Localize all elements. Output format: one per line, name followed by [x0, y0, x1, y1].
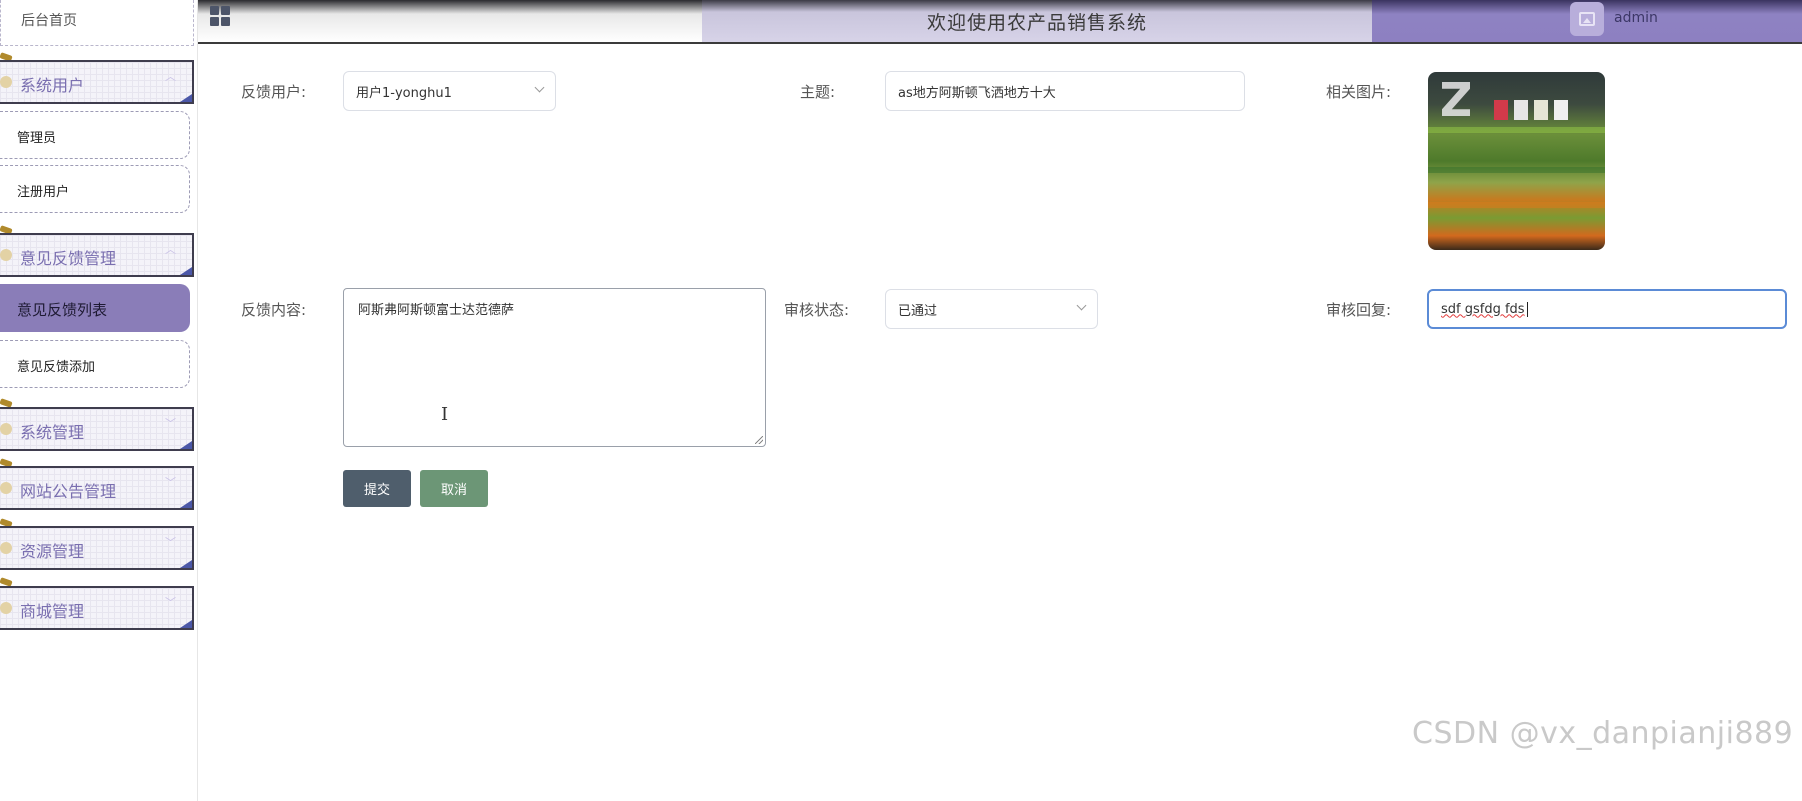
image-detail [1428, 167, 1605, 173]
chevron-down-icon [1076, 300, 1087, 311]
review-reply-input[interactable]: sdf gsfdg fds [1427, 289, 1787, 329]
image-placeholder-icon [1579, 12, 1595, 26]
sidebar-item-feedback-list[interactable]: 意见反馈列表 [0, 284, 190, 332]
sidebar-item-feedback-add[interactable]: 意见反馈添加 [0, 340, 190, 388]
username-label[interactable]: admin [1614, 10, 1658, 26]
avatar[interactable] [1570, 2, 1604, 36]
image-detail [1554, 100, 1568, 120]
sidebar-group-label: 商城管理 [20, 602, 85, 621]
chevron-up-icon: ︿ [165, 243, 176, 256]
feedback-content-textarea[interactable]: 阿斯弗阿斯顿富士达范德萨 [343, 288, 766, 447]
page-title: 欢迎使用农产品销售系统 [926, 11, 1147, 34]
submit-button[interactable]: 提交 [343, 470, 411, 507]
cart-icon [0, 602, 12, 614]
image-detail [1442, 82, 1470, 116]
sidebar-item-label: 意见反馈列表 [17, 301, 108, 319]
chevron-down-icon: ﹀ [165, 536, 176, 549]
feedback-user-label: 反馈用户: [241, 83, 307, 101]
chevron-up-icon: ︿ [165, 70, 176, 83]
corner-decoration [180, 500, 192, 508]
sidebar-item-registered-users[interactable]: 注册用户 [0, 165, 190, 213]
csdn-watermark: CSDN @vx_danpianji889 [1412, 716, 1794, 751]
sidebar-group-label: 意见反馈管理 [20, 249, 117, 268]
chevron-down-icon: ﹀ [165, 476, 176, 489]
top-bar-left [198, 0, 702, 42]
chevron-down-icon [534, 82, 545, 93]
settings-icon [0, 423, 12, 435]
subject-label: 主题: [800, 83, 836, 101]
subject-input[interactable]: as地方阿斯顿飞洒地方十大 [885, 71, 1245, 111]
corner-decoration [180, 560, 192, 568]
feedback-user-select[interactable]: 用户1-yonghu1 [343, 71, 556, 111]
chevron-down-icon: ﹀ [165, 596, 176, 609]
sidebar-item-label: 注册用户 [17, 185, 70, 200]
review-status-select[interactable]: 已通过 [885, 289, 1098, 329]
sidebar-group-system-users[interactable]: 系统用户 ︿ [0, 60, 194, 104]
sidebar-group-feedback[interactable]: 意见反馈管理 ︿ [0, 233, 194, 277]
feedback-content-value: 阿斯弗阿斯顿富士达范德萨 [358, 303, 515, 318]
image-detail [1428, 202, 1605, 208]
info-icon [0, 482, 12, 494]
chevron-down-icon: ﹀ [165, 417, 176, 430]
recorder-watermark: Capture4.0.2软件录制 [0, 2, 127, 16]
sidebar-group-label: 系统用户 [20, 76, 85, 95]
image-detail [1514, 100, 1528, 120]
top-bar: 欢迎使用农产品销售系统 admin [0, 0, 1802, 44]
image-detail [1428, 127, 1605, 133]
sidebar-group-shop[interactable]: 商城管理 ﹀ [0, 586, 194, 630]
top-bar-center: 欢迎使用农产品销售系统 [702, 0, 1372, 42]
feedback-user-value: 用户1-yonghu1 [356, 85, 452, 101]
document-icon [0, 249, 12, 261]
related-image-label: 相关图片: [1326, 83, 1392, 101]
sidebar-group-label: 网站公告管理 [20, 482, 117, 501]
corner-decoration [180, 620, 192, 628]
user-icon [0, 76, 12, 88]
feedback-content-label: 反馈内容: [241, 301, 307, 319]
top-bar-divider [198, 42, 1802, 44]
review-reply-value: sdf gsfdg fds [1441, 301, 1525, 317]
sidebar-item-label: 意见反馈添加 [17, 360, 96, 375]
sidebar-group-label: 系统管理 [20, 423, 85, 442]
review-status-label: 审核状态: [784, 301, 850, 319]
text-cursor-icon: I [441, 404, 449, 425]
image-detail [1534, 100, 1548, 120]
corner-decoration [180, 267, 192, 275]
sidebar-group-announcements[interactable]: 网站公告管理 ﹀ [0, 466, 194, 510]
sidebar-group-label: 资源管理 [20, 542, 85, 561]
text-caret [1526, 301, 1528, 317]
corner-decoration [180, 94, 192, 102]
resize-handle-icon[interactable] [755, 436, 763, 444]
review-reply-label: 审核回复: [1326, 301, 1392, 319]
image-detail [1494, 100, 1508, 120]
sidebar-group-resources[interactable]: 资源管理 ﹀ [0, 526, 194, 570]
sidebar-item-admin[interactable]: 管理员 [0, 111, 190, 159]
subject-value: as地方阿斯顿飞洒地方十大 [898, 85, 1056, 101]
sidebar-group-system-management[interactable]: 系统管理 ﹀ [0, 407, 194, 451]
corner-decoration [180, 441, 192, 449]
sidebar-item-label: 管理员 [17, 131, 57, 146]
resource-icon [0, 542, 12, 554]
cancel-button[interactable]: 取消 [420, 470, 488, 507]
sidebar: 后台首页 系统用户 ︿ 管理员 注册用户 意见反馈管理 ︿ 意见反馈列表 意见反… [0, 0, 198, 801]
review-status-value: 已通过 [898, 303, 938, 319]
menu-grid-icon[interactable] [210, 6, 232, 28]
related-image[interactable] [1428, 72, 1605, 250]
